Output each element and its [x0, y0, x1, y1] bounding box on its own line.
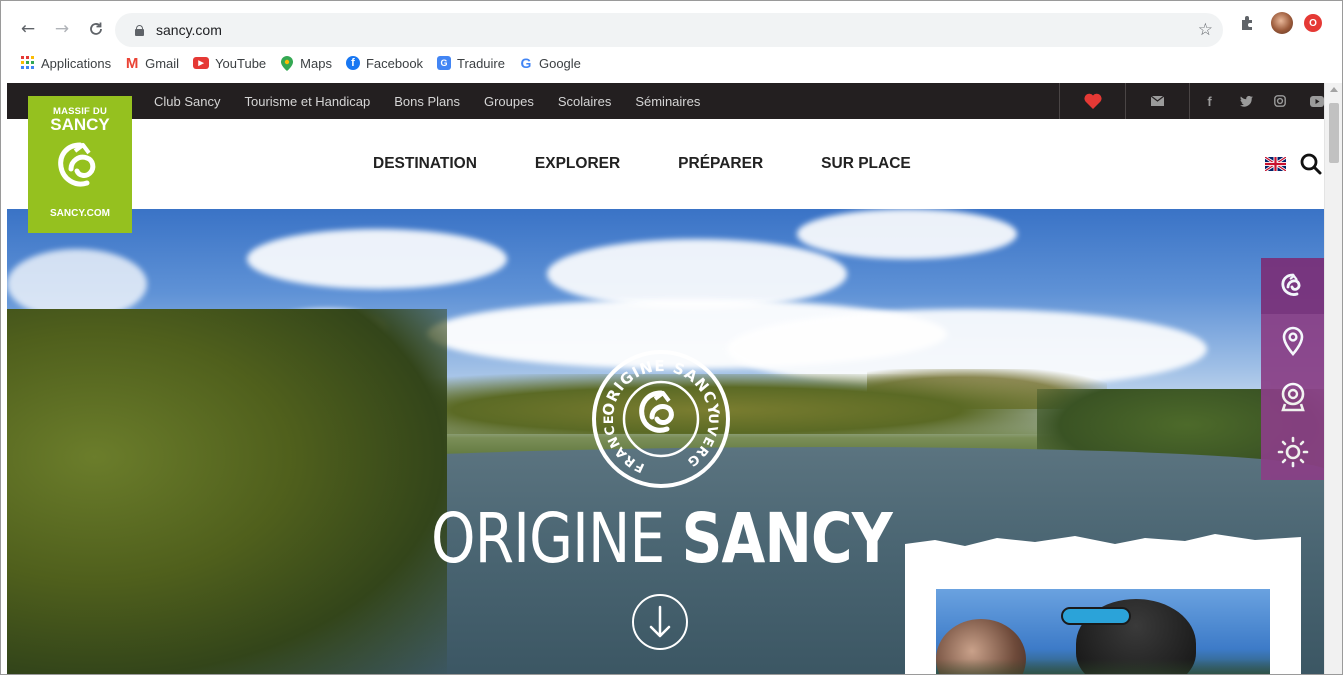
mail-icon[interactable]: [1125, 83, 1189, 119]
logo-line2: SANCY: [50, 115, 110, 134]
extension-red-icon[interactable]: O: [1304, 14, 1322, 32]
sancy-swirl-icon[interactable]: [1261, 258, 1324, 314]
sancy-swirl-logo-icon: [58, 142, 96, 187]
search-icon[interactable]: [1300, 153, 1322, 175]
top-links: Club Sancy Tourisme et Handicap Bons Pla…: [154, 83, 724, 119]
instagram-icon[interactable]: [1263, 83, 1297, 119]
url-text: sancy.com: [156, 22, 222, 38]
reload-icon[interactable]: [81, 14, 111, 44]
weather-sun-icon[interactable]: [1261, 425, 1324, 481]
site-top-bar: Club Sancy Tourisme et Handicap Bons Pla…: [7, 83, 1324, 119]
bookmark-applications[interactable]: Applications: [21, 56, 111, 71]
toplink-bons-plans[interactable]: Bons Plans: [394, 94, 460, 109]
facebook-social-icon[interactable]: f: [1189, 83, 1229, 119]
bookmark-youtube[interactable]: ▶ YouTube: [193, 56, 266, 71]
nav-preparer[interactable]: PRÉPARER: [678, 155, 763, 173]
forward-arrow-icon[interactable]: →: [47, 14, 77, 44]
youtube-icon: ▶: [193, 57, 210, 69]
gmail-icon: M: [125, 54, 139, 72]
feature-card[interactable]: [905, 534, 1301, 674]
massif-du-sancy-logo[interactable]: MASSIF DU SANCY SANCY.COM: [28, 96, 132, 233]
lock-icon: [135, 24, 144, 36]
maps-pin-icon: [280, 55, 294, 71]
bookmarks-bar: Applications M Gmail ▶ YouTube Maps f Fa…: [1, 50, 1342, 76]
apps-grid-icon: [21, 56, 35, 70]
uk-flag-icon[interactable]: [1265, 157, 1286, 171]
back-arrow-icon[interactable]: ←: [13, 14, 43, 44]
extensions-puzzle-icon[interactable]: [1239, 15, 1255, 31]
nav-destination[interactable]: DESTINATION: [373, 155, 477, 173]
webcam-icon[interactable]: [1261, 369, 1324, 425]
bookmark-traduire[interactable]: G Traduire: [437, 56, 505, 71]
main-nav: DESTINATION EXPLORER PRÉPARER SUR PLACE: [373, 155, 969, 173]
heart-icon[interactable]: [1059, 83, 1125, 119]
browser-toolbar: ← → sancy.com ☆ O: [1, 1, 1342, 47]
logo-footer: SANCY.COM: [49, 208, 110, 219]
google-icon: G: [520, 55, 532, 71]
card-photo: [936, 589, 1270, 674]
profile-avatar[interactable]: [1271, 12, 1293, 34]
browser-window: ← → sancy.com ☆ O Applications M Gmail ▶…: [0, 0, 1343, 675]
bookmark-google[interactable]: G Google: [519, 55, 581, 71]
bookmark-star-icon[interactable]: ☆: [1198, 20, 1213, 40]
address-bar[interactable]: sancy.com ☆: [115, 13, 1223, 47]
hero-title-bold: SANCY: [681, 499, 893, 579]
toplink-scolaires[interactable]: Scolaires: [558, 94, 611, 109]
toplink-club-sancy[interactable]: Club Sancy: [154, 94, 220, 109]
bookmark-gmail[interactable]: M Gmail: [125, 54, 179, 72]
origine-sancy-badge: ORIGINE SANCY FRANCE AUVERGNE: [589, 347, 730, 488]
twitter-icon[interactable]: [1229, 83, 1263, 119]
translate-icon: G: [437, 56, 452, 70]
scrollbar-thumb[interactable]: [1329, 103, 1339, 163]
location-pin-icon[interactable]: [1261, 314, 1324, 370]
nav-explorer[interactable]: EXPLORER: [535, 155, 620, 173]
top-icons: f: [1059, 83, 1337, 119]
hero-title-light: ORIGINE: [431, 499, 665, 579]
hero-title: ORIGINE SANCY: [431, 499, 893, 579]
toplink-seminaires[interactable]: Séminaires: [635, 94, 700, 109]
facebook-icon: f: [345, 56, 360, 70]
page-scrollbar[interactable]: [1324, 83, 1342, 674]
bookmark-maps[interactable]: Maps: [280, 55, 332, 71]
bookmark-facebook[interactable]: f Facebook: [345, 56, 423, 71]
toplink-tourisme-handicap[interactable]: Tourisme et Handicap: [244, 94, 370, 109]
side-quick-panel: [1261, 258, 1324, 480]
scroll-down-arrow-icon[interactable]: [631, 593, 689, 651]
toplink-groupes[interactable]: Groupes: [484, 94, 534, 109]
nav-sur-place[interactable]: SUR PLACE: [821, 155, 911, 173]
